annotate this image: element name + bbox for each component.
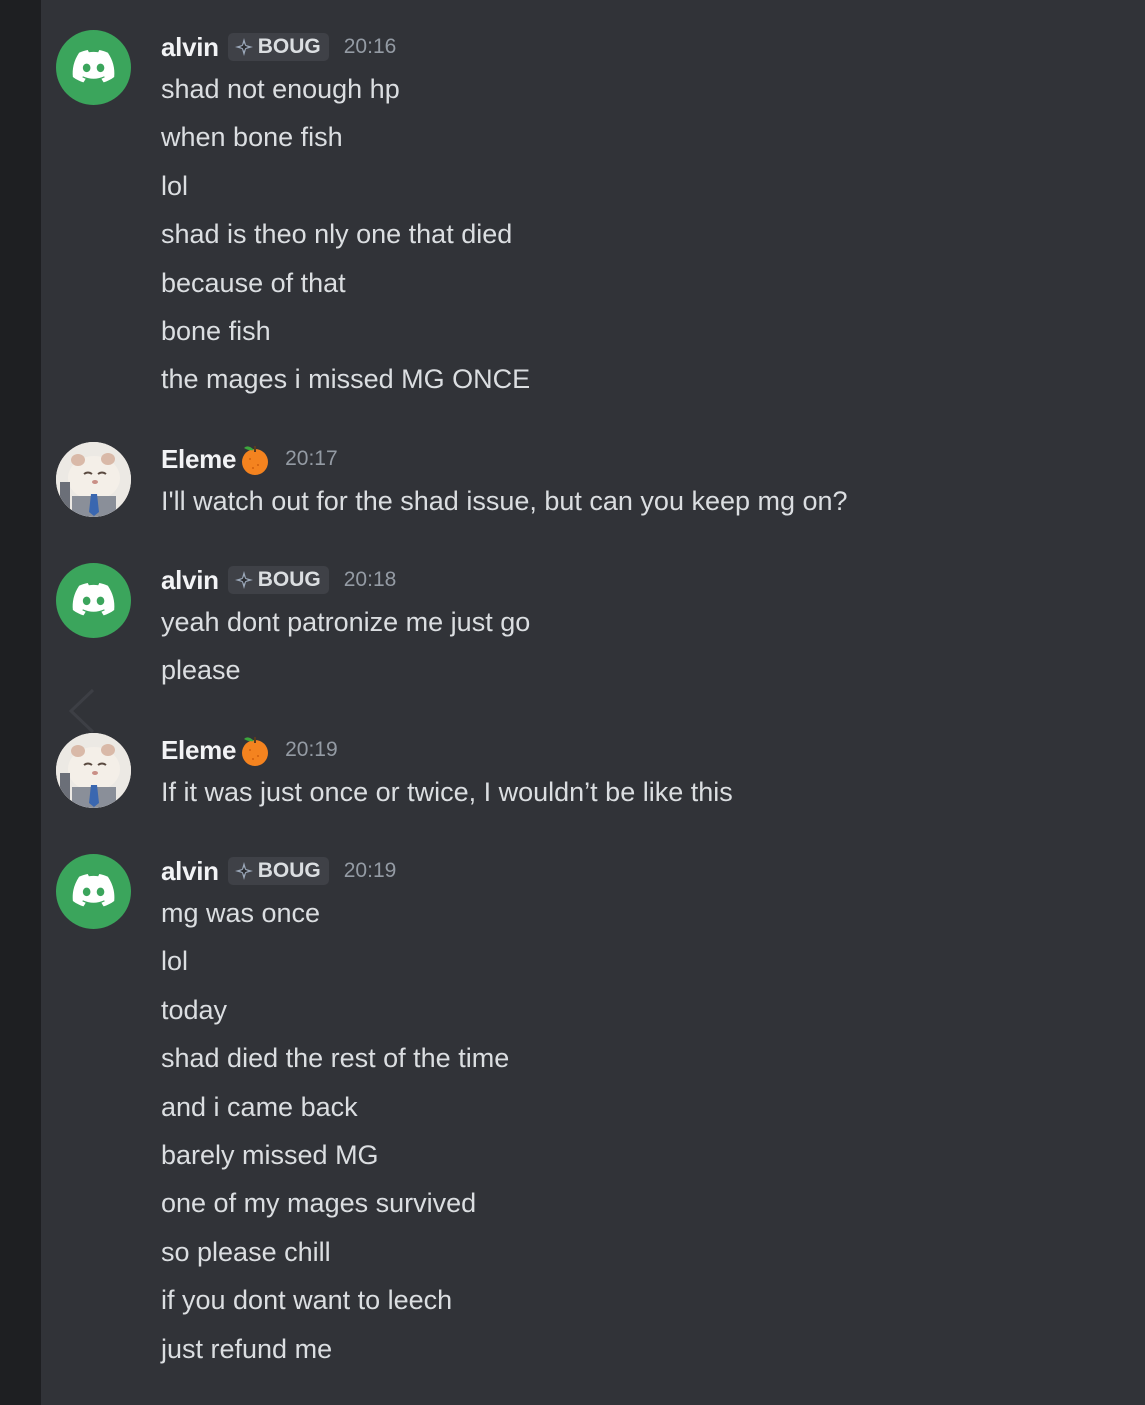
message-group: Eleme 20:19 If it was just once or twice… [41,733,1145,823]
message-line: and i came back [161,1091,358,1122]
message-group: alvin BOUG 20:18 yeah dont patronize me … [41,563,1145,703]
message-line: lol [161,946,189,977]
message-line: just refund me [161,1333,333,1364]
message-line: because of that [161,267,346,298]
server-tag-label: BOUG [257,859,321,882]
server-tag[interactable]: BOUG [227,566,329,594]
left-sidebar-strip [0,0,41,1405]
message-line: so please chill [161,1236,331,1267]
message-header: alvin BOUG 20:16 [161,30,396,64]
message-lines: shad not enough hp when bone fish lol sh… [161,65,1135,404]
avatar[interactable] [56,442,131,517]
orange-emoji-icon [242,446,269,475]
message-line: bone fish [161,316,271,347]
message-lines: yeah dont patronize me just go please [161,598,1135,695]
discord-logo-icon [72,50,114,83]
app-window: alvin BOUG 20:16 shad not enough hp when… [0,0,1145,1405]
avatar[interactable] [56,30,131,105]
discord-logo-icon [72,874,114,907]
message-group: alvin BOUG 20:16 shad not enough hp when… [41,30,1145,410]
sparkle-diamond-icon [234,862,253,880]
timestamp: 20:17 [285,447,338,470]
message-line: one of my mages survived [161,1188,477,1219]
username[interactable]: alvin [161,856,219,887]
sparkle-diamond-icon [234,571,253,589]
hamster-photo [56,442,131,517]
message-group: Eleme 20:17 I'll watch out for the shad … [41,442,1145,532]
message-header: Eleme 20:17 [161,442,338,476]
message-line: today [161,994,228,1025]
chevron-left-icon[interactable] [65,686,99,736]
chat-message-list[interactable]: alvin BOUG 20:16 shad not enough hp when… [41,0,1145,1405]
avatar[interactable] [56,733,131,808]
message-line: lol [161,170,189,201]
message-line: yeah dont patronize me just go [161,607,531,637]
timestamp: 20:18 [343,568,397,591]
message-line: shad is theo nly one that died [161,219,513,250]
message-header: alvin BOUG 20:19 [161,854,396,888]
sparkle-diamond-icon [234,38,253,56]
message-lines: If it was just once or twice, I wouldn’t… [161,768,1135,816]
timestamp: 20:16 [343,35,397,58]
message-lines: mg was once lol today shad died the rest… [161,889,1135,1373]
username[interactable]: alvin [161,32,219,63]
avatar[interactable] [56,563,131,638]
hamster-photo [56,733,131,808]
message-lines: I'll watch out for the shad issue, but c… [161,477,1135,525]
message-line: If it was just once or twice, I wouldn’t… [161,777,733,807]
message-line: the mages i missed MG ONCE [161,364,531,395]
message-header: Eleme 20:19 [161,733,338,767]
server-tag[interactable]: BOUG [227,857,329,885]
message-group: alvin BOUG 20:19 mg was once lol today s… [41,854,1145,1394]
username[interactable]: Eleme [161,444,236,475]
username[interactable]: Eleme [161,735,236,766]
timestamp: 20:19 [343,859,397,882]
message-line: I'll watch out for the shad issue, but c… [161,486,848,516]
message-line: shad died the rest of the time [161,1043,510,1074]
username[interactable]: alvin [161,565,219,596]
server-tag-label: BOUG [257,35,321,58]
server-tag-label: BOUG [257,568,321,591]
orange-emoji-icon [242,737,269,766]
timestamp: 20:19 [285,738,338,761]
avatar[interactable] [56,854,131,929]
discord-logo-icon [72,583,114,616]
message-line: if you dont want to leech [161,1285,453,1316]
server-tag[interactable]: BOUG [227,33,329,61]
message-line: shad not enough hp [161,74,400,104]
message-header: alvin BOUG 20:18 [161,563,396,597]
message-line: please [161,655,241,686]
message-line: mg was once [161,898,321,928]
message-line: barely missed MG [161,1140,379,1171]
message-line: when bone fish [161,122,343,153]
